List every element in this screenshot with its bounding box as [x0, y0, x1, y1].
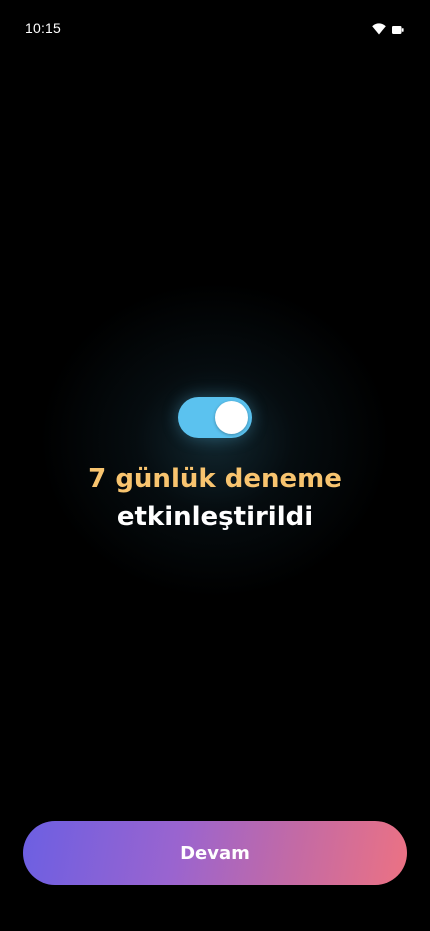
background-glow	[15, 260, 415, 620]
trial-activated-heading: etkinleştirildi	[116, 502, 314, 532]
trial-toggle[interactable]	[178, 397, 252, 438]
status-time: 10:15	[25, 20, 62, 36]
continue-button-label: Devam	[180, 842, 250, 864]
toggle-knob	[215, 401, 248, 434]
wifi-icon	[372, 20, 386, 39]
trial-duration-heading: 7 günlük deneme	[88, 464, 342, 494]
continue-button[interactable]: Devam	[23, 821, 407, 885]
battery-icon	[392, 20, 404, 39]
status-bar: 10:15	[0, 0, 430, 58]
status-icons	[372, 22, 404, 36]
